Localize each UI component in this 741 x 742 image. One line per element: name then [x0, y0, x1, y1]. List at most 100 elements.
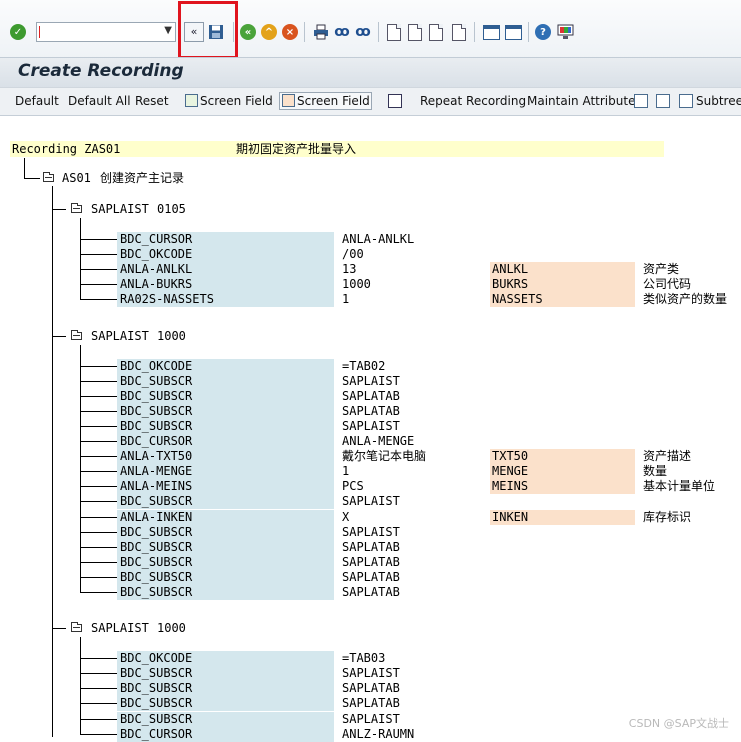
- shortcut-icon[interactable]: [503, 22, 523, 42]
- subtree-icon[interactable]: [679, 94, 693, 108]
- tree-connector: [80, 673, 118, 674]
- field-name: BDC_SUBSCR: [120, 712, 193, 726]
- next-page-icon[interactable]: [426, 22, 446, 42]
- field-value[interactable]: ANLA-ANLKL: [342, 232, 414, 246]
- help-icon[interactable]: ?: [533, 22, 553, 42]
- folder-icon[interactable]: [43, 172, 54, 182]
- field-value[interactable]: ANLZ-RAUMN: [342, 727, 414, 741]
- field-value[interactable]: 1000: [342, 277, 371, 291]
- screen-field-name: INKEN: [492, 510, 529, 524]
- tree-connector: [80, 381, 118, 382]
- field-value[interactable]: /00: [342, 247, 364, 261]
- field-value[interactable]: SAPLAIST: [342, 666, 400, 680]
- screen-number: 1000: [157, 621, 186, 636]
- tree-connector: [52, 628, 66, 630]
- field-name: ANLA-INKEN: [120, 510, 193, 524]
- field-name: ANLA-BUKRS: [120, 277, 193, 291]
- cancel-icon[interactable]: ×: [280, 22, 300, 42]
- transaction-description: 创建资产主记录: [100, 171, 185, 185]
- field-name: BDC_SUBSCR: [120, 696, 193, 710]
- transaction-code[interactable]: AS01: [62, 171, 91, 185]
- enter-icon[interactable]: ✓: [8, 22, 28, 42]
- tree-connector: [24, 158, 25, 178]
- folder-icon[interactable]: [71, 329, 82, 340]
- field-value[interactable]: 1: [342, 464, 349, 478]
- field-value[interactable]: =TAB02: [342, 359, 385, 373]
- screen-field-label: Screen Field: [200, 94, 273, 108]
- field-value[interactable]: =TAB03: [342, 651, 385, 665]
- tree-connector: [80, 254, 118, 255]
- field-value[interactable]: ANLA-MENGE: [342, 434, 414, 448]
- screen-program[interactable]: SAPLAIST: [91, 621, 149, 635]
- field-name: BDC_SUBSCR: [120, 525, 193, 539]
- field-value[interactable]: SAPLATAB: [342, 555, 400, 569]
- default-button[interactable]: Default: [15, 94, 59, 108]
- field-description: 数量: [643, 464, 668, 478]
- field-value[interactable]: SAPLATAB: [342, 389, 400, 403]
- field-value[interactable]: SAPLATAB: [342, 585, 400, 599]
- tree-connector: [52, 186, 53, 737]
- edit-icon[interactable]: [388, 94, 402, 108]
- last-page-icon[interactable]: [449, 22, 469, 42]
- print-icon[interactable]: [311, 22, 331, 42]
- field-value[interactable]: SAPLAIST: [342, 494, 400, 508]
- field-value[interactable]: SAPLATAB: [342, 696, 400, 710]
- folder-icon[interactable]: [71, 203, 82, 213]
- default-all-button[interactable]: Default All: [68, 94, 131, 108]
- chevron-down-icon[interactable]: ▼: [164, 25, 172, 36]
- field-value[interactable]: X: [342, 510, 349, 524]
- create-session-icon[interactable]: [481, 22, 501, 42]
- find-icon[interactable]: ꝏ: [332, 22, 352, 42]
- field-value[interactable]: SAPLATAB: [342, 540, 400, 554]
- tree-connector: [80, 284, 118, 285]
- first-page-icon[interactable]: [384, 22, 404, 42]
- reset-button[interactable]: Reset: [135, 94, 169, 108]
- tree-connector: [80, 703, 118, 704]
- field-value[interactable]: SAPLATAB: [342, 570, 400, 584]
- field-value[interactable]: 戴尔笔记本电脑: [342, 449, 426, 463]
- field-name: BDC_SUBSCR: [120, 389, 193, 403]
- previous-page-icon[interactable]: [405, 22, 425, 42]
- field-name: BDC_OKCODE: [120, 651, 193, 665]
- field-name: BDC_SUBSCR: [120, 419, 193, 433]
- field-name: BDC_SUBSCR: [120, 494, 193, 508]
- collapse-subtree-icon[interactable]: [656, 94, 670, 108]
- tree-connector: [52, 209, 66, 210]
- find-next-icon[interactable]: ꝏ: [353, 22, 373, 42]
- screen-program[interactable]: SAPLAIST: [91, 202, 149, 216]
- field-value[interactable]: SAPLATAB: [342, 681, 400, 695]
- field-name: BDC_SUBSCR: [120, 681, 193, 695]
- field-value[interactable]: SAPLAIST: [342, 374, 400, 388]
- expand-icon[interactable]: [634, 94, 648, 108]
- customize-layout-icon[interactable]: [555, 22, 575, 42]
- field-description: 公司代码: [643, 277, 692, 291]
- field-value[interactable]: SAPLATAB: [342, 404, 400, 418]
- tree-connector: [80, 734, 118, 735]
- recording-label: Recording ZAS01: [12, 142, 121, 156]
- exit-icon[interactable]: ^: [259, 22, 279, 42]
- field-value[interactable]: PCS: [342, 479, 364, 493]
- field-value[interactable]: SAPLAIST: [342, 419, 400, 433]
- field-name: BDC_OKCODE: [120, 359, 193, 373]
- screen-field-button-1[interactable]: Screen Field: [182, 92, 278, 110]
- back-icon[interactable]: «: [238, 22, 258, 42]
- tree-connector: [80, 269, 118, 270]
- field-value[interactable]: SAPLAIST: [342, 525, 400, 539]
- maintain-attributes-button[interactable]: Maintain Attributes: [527, 94, 642, 108]
- field-value[interactable]: SAPLAIST: [342, 712, 400, 726]
- tree-connector: [80, 688, 118, 689]
- field-value[interactable]: 13: [342, 262, 356, 276]
- highlight-annotation: [178, 1, 238, 59]
- subtree-button[interactable]: Subtree: [696, 94, 741, 108]
- tree-connector: [80, 239, 118, 240]
- screen-field-button-2[interactable]: Screen Field: [279, 92, 372, 110]
- repeat-recording-button[interactable]: Repeat Recording: [420, 94, 526, 108]
- screen-field-name: ANLKL: [492, 262, 529, 276]
- folder-icon[interactable]: [71, 622, 82, 633]
- field-value[interactable]: 1: [342, 292, 349, 306]
- command-field[interactable]: ▼: [36, 22, 176, 42]
- tree-connector: [80, 501, 118, 502]
- tree-connector: [80, 486, 118, 487]
- screen-program[interactable]: SAPLAIST: [91, 329, 149, 343]
- field-name: ANLA-MENGE: [120, 464, 193, 478]
